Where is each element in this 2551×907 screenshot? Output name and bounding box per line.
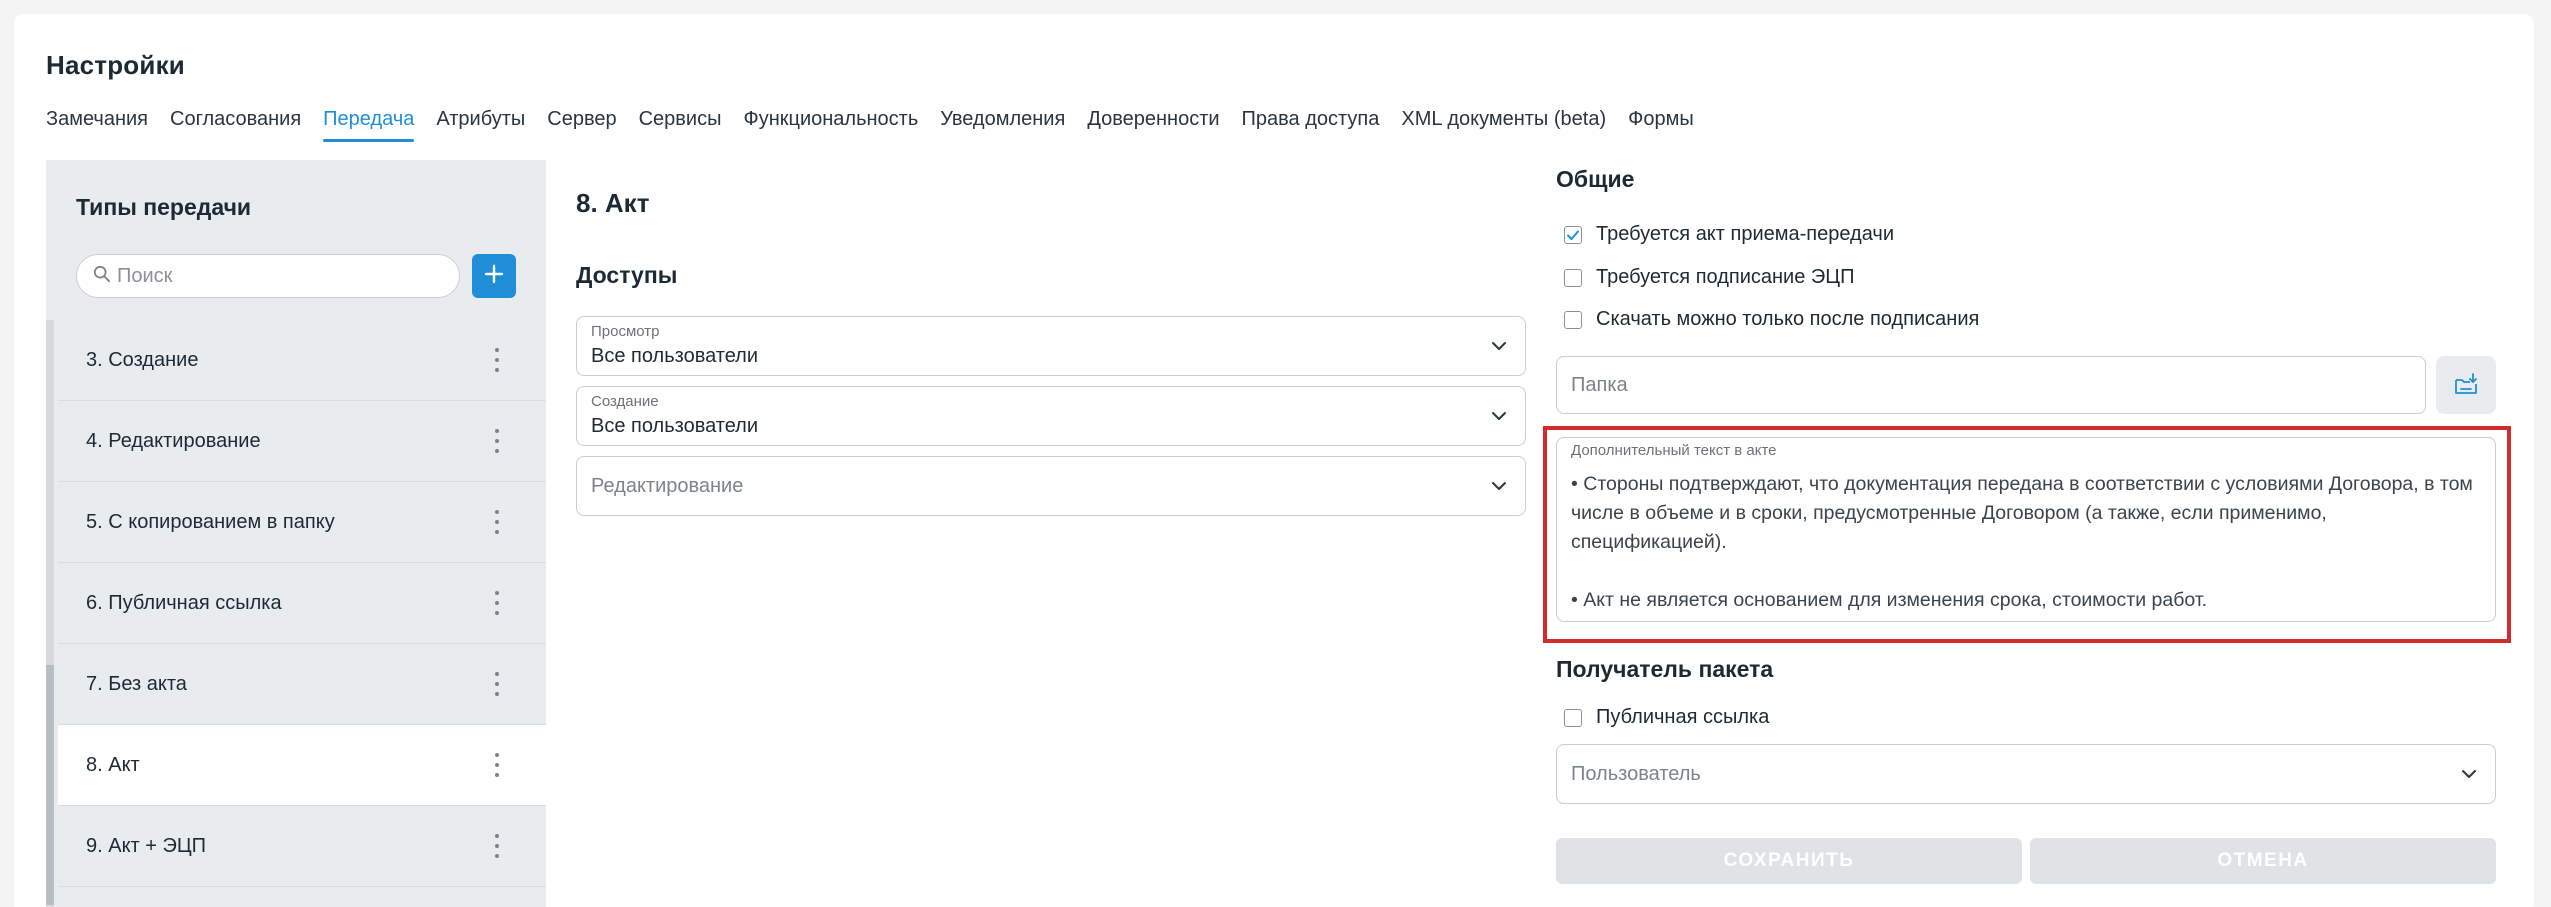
require-signature-checkbox[interactable] xyxy=(1564,268,1582,287)
recipient-section-title: Получатель пакета xyxy=(1556,656,1774,682)
tab-functionality[interactable]: Функциональность xyxy=(732,106,929,142)
view-access-select[interactable]: Просмотр Все пользователи xyxy=(576,316,1526,376)
tab-notifications[interactable]: Уведомления xyxy=(929,106,1076,142)
list-item[interactable]: 6. Публичная ссылка xyxy=(58,563,546,644)
public-link-label: Публичная ссылка xyxy=(1596,706,1770,728)
highlight-frame xyxy=(1543,426,2511,643)
public-link-option[interactable]: Публичная ссылка xyxy=(1564,706,1769,729)
view-access-value: Все пользователи xyxy=(591,345,759,367)
download-after-sign-label: Скачать можно только после подписания xyxy=(1596,308,1980,330)
folder-download-icon xyxy=(2455,373,2477,394)
list-item-selected[interactable]: 8. Акт xyxy=(58,725,546,806)
list-item[interactable]: 3. Создание xyxy=(58,320,546,401)
require-act-option[interactable]: Требуется акт приема-передачи xyxy=(1564,223,1894,246)
plus-icon xyxy=(483,263,505,290)
tab-approvals[interactable]: Согласования xyxy=(159,106,312,142)
download-after-sign-option[interactable]: Скачать можно только после подписания xyxy=(1564,308,1979,331)
download-after-sign-checkbox[interactable] xyxy=(1564,310,1582,329)
tab-transfer[interactable]: Передача xyxy=(312,106,425,142)
list-item-label: 5. С копированием в папку xyxy=(86,510,335,533)
create-access-select[interactable]: Создание Все пользователи xyxy=(576,386,1526,446)
public-link-checkbox[interactable] xyxy=(1564,708,1582,727)
tab-attributes[interactable]: Атрибуты xyxy=(425,106,536,142)
transfer-types-panel: Типы передачи 3. Создание 4. Редактирова… xyxy=(46,160,546,907)
save-button[interactable]: СОХРАНИТЬ xyxy=(1556,838,2022,884)
more-vertical-icon[interactable] xyxy=(494,834,500,858)
more-vertical-icon[interactable] xyxy=(494,672,500,696)
more-vertical-icon[interactable] xyxy=(494,429,500,453)
view-access-label: Просмотр xyxy=(591,323,660,340)
checkmark-icon xyxy=(1567,230,1579,240)
search-input[interactable] xyxy=(117,264,437,288)
more-vertical-icon[interactable] xyxy=(494,753,500,777)
general-section-title: Общие xyxy=(1556,166,1635,192)
require-act-checkbox[interactable] xyxy=(1564,225,1582,244)
chevron-down-icon xyxy=(1492,342,1506,350)
list-item-label: 4. Редактирование xyxy=(86,429,261,452)
more-vertical-icon[interactable] xyxy=(494,510,500,534)
create-access-label: Создание xyxy=(591,393,659,410)
tab-xml-documents[interactable]: XML документы (beta) xyxy=(1390,106,1617,142)
search-icon xyxy=(93,265,111,288)
more-vertical-icon[interactable] xyxy=(494,591,500,615)
add-transfer-type-button[interactable] xyxy=(472,254,516,298)
list-scrollbar-thumb[interactable] xyxy=(46,665,54,905)
folder-field[interactable] xyxy=(1556,356,2426,414)
transfer-type-title: 8. Акт xyxy=(576,188,650,218)
recipient-user-placeholder: Пользователь xyxy=(1571,763,1701,785)
chevron-down-icon xyxy=(2462,770,2476,778)
tab-services[interactable]: Сервисы xyxy=(628,106,733,142)
tab-server[interactable]: Сервер xyxy=(536,106,627,142)
tab-access-rights[interactable]: Права доступа xyxy=(1231,106,1391,142)
folder-input[interactable] xyxy=(1571,373,2391,397)
list-item[interactable]: 9. Акт + ЭЦП xyxy=(58,806,546,887)
list-item[interactable]: 5. С копированием в папку xyxy=(58,482,546,563)
tab-remarks[interactable]: Замечания xyxy=(46,106,159,142)
recipient-user-select[interactable]: Пользователь xyxy=(1556,744,2496,804)
more-vertical-icon[interactable] xyxy=(494,348,500,372)
cancel-button[interactable]: ОТМЕНА xyxy=(2030,838,2496,884)
search-field[interactable] xyxy=(76,254,460,298)
require-signature-label: Требуется подписание ЭЦП xyxy=(1596,266,1855,288)
transfer-types-list: 3. Создание 4. Редактирование 5. С копир… xyxy=(58,320,546,887)
edit-access-select[interactable]: Редактирование xyxy=(576,456,1526,516)
list-item[interactable]: 4. Редактирование xyxy=(58,401,546,482)
page-title: Настройки xyxy=(46,50,185,80)
list-item-label: 3. Создание xyxy=(86,348,199,371)
tab-forms[interactable]: Формы xyxy=(1617,106,1705,142)
select-folder-button[interactable] xyxy=(2436,356,2496,414)
chevron-down-icon xyxy=(1492,412,1506,420)
list-item-label: 8. Акт xyxy=(86,753,140,776)
list-scrollbar[interactable] xyxy=(46,320,54,907)
create-access-value: Все пользователи xyxy=(591,415,759,437)
settings-tabs: Замечания Согласования Передача Атрибуты… xyxy=(46,106,1705,142)
edit-access-placeholder: Редактирование xyxy=(591,475,744,497)
chevron-down-icon xyxy=(1492,482,1506,490)
list-item-label: 9. Акт + ЭЦП xyxy=(86,834,207,857)
tab-powers-of-attorney[interactable]: Доверенности xyxy=(1076,106,1230,142)
list-item-label: 6. Публичная ссылка xyxy=(86,591,282,614)
list-item[interactable]: 7. Без акта xyxy=(58,644,546,725)
access-section-title: Доступы xyxy=(576,262,678,288)
list-item-label: 7. Без акта xyxy=(86,672,187,695)
transfer-types-title: Типы передачи xyxy=(76,194,252,220)
require-act-label: Требуется акт приема-передачи xyxy=(1596,223,1894,245)
require-signature-option[interactable]: Требуется подписание ЭЦП xyxy=(1564,266,1854,289)
